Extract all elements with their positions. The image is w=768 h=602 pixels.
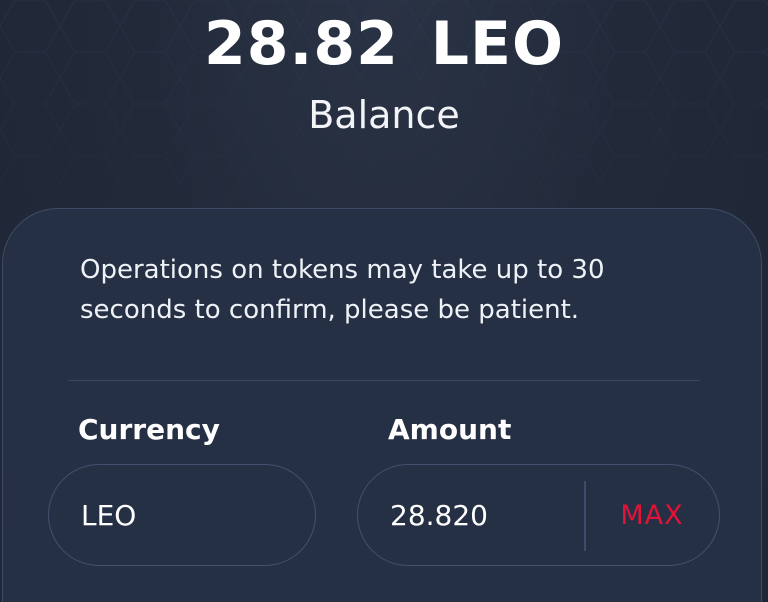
amount-input[interactable]: 28.820 (390, 465, 580, 565)
confirmation-notice: Operations on tokens may take up to 30 s… (80, 255, 605, 325)
currency-select[interactable]: LEO (48, 464, 316, 566)
amount-separator (584, 481, 586, 551)
divider (68, 380, 700, 381)
balance-amount: 28.82 LEO (204, 9, 564, 79)
currency-value: LEO (81, 498, 137, 532)
max-button[interactable]: MAX (594, 465, 710, 565)
wallet-screen: 28.82 LEO Balance Operations on tokens m… (0, 0, 768, 602)
balance-label: Balance (308, 93, 460, 137)
amount-label: Amount (388, 413, 512, 446)
currency-label: Currency (78, 413, 220, 446)
amount-field-container: 28.820 MAX (357, 464, 720, 566)
